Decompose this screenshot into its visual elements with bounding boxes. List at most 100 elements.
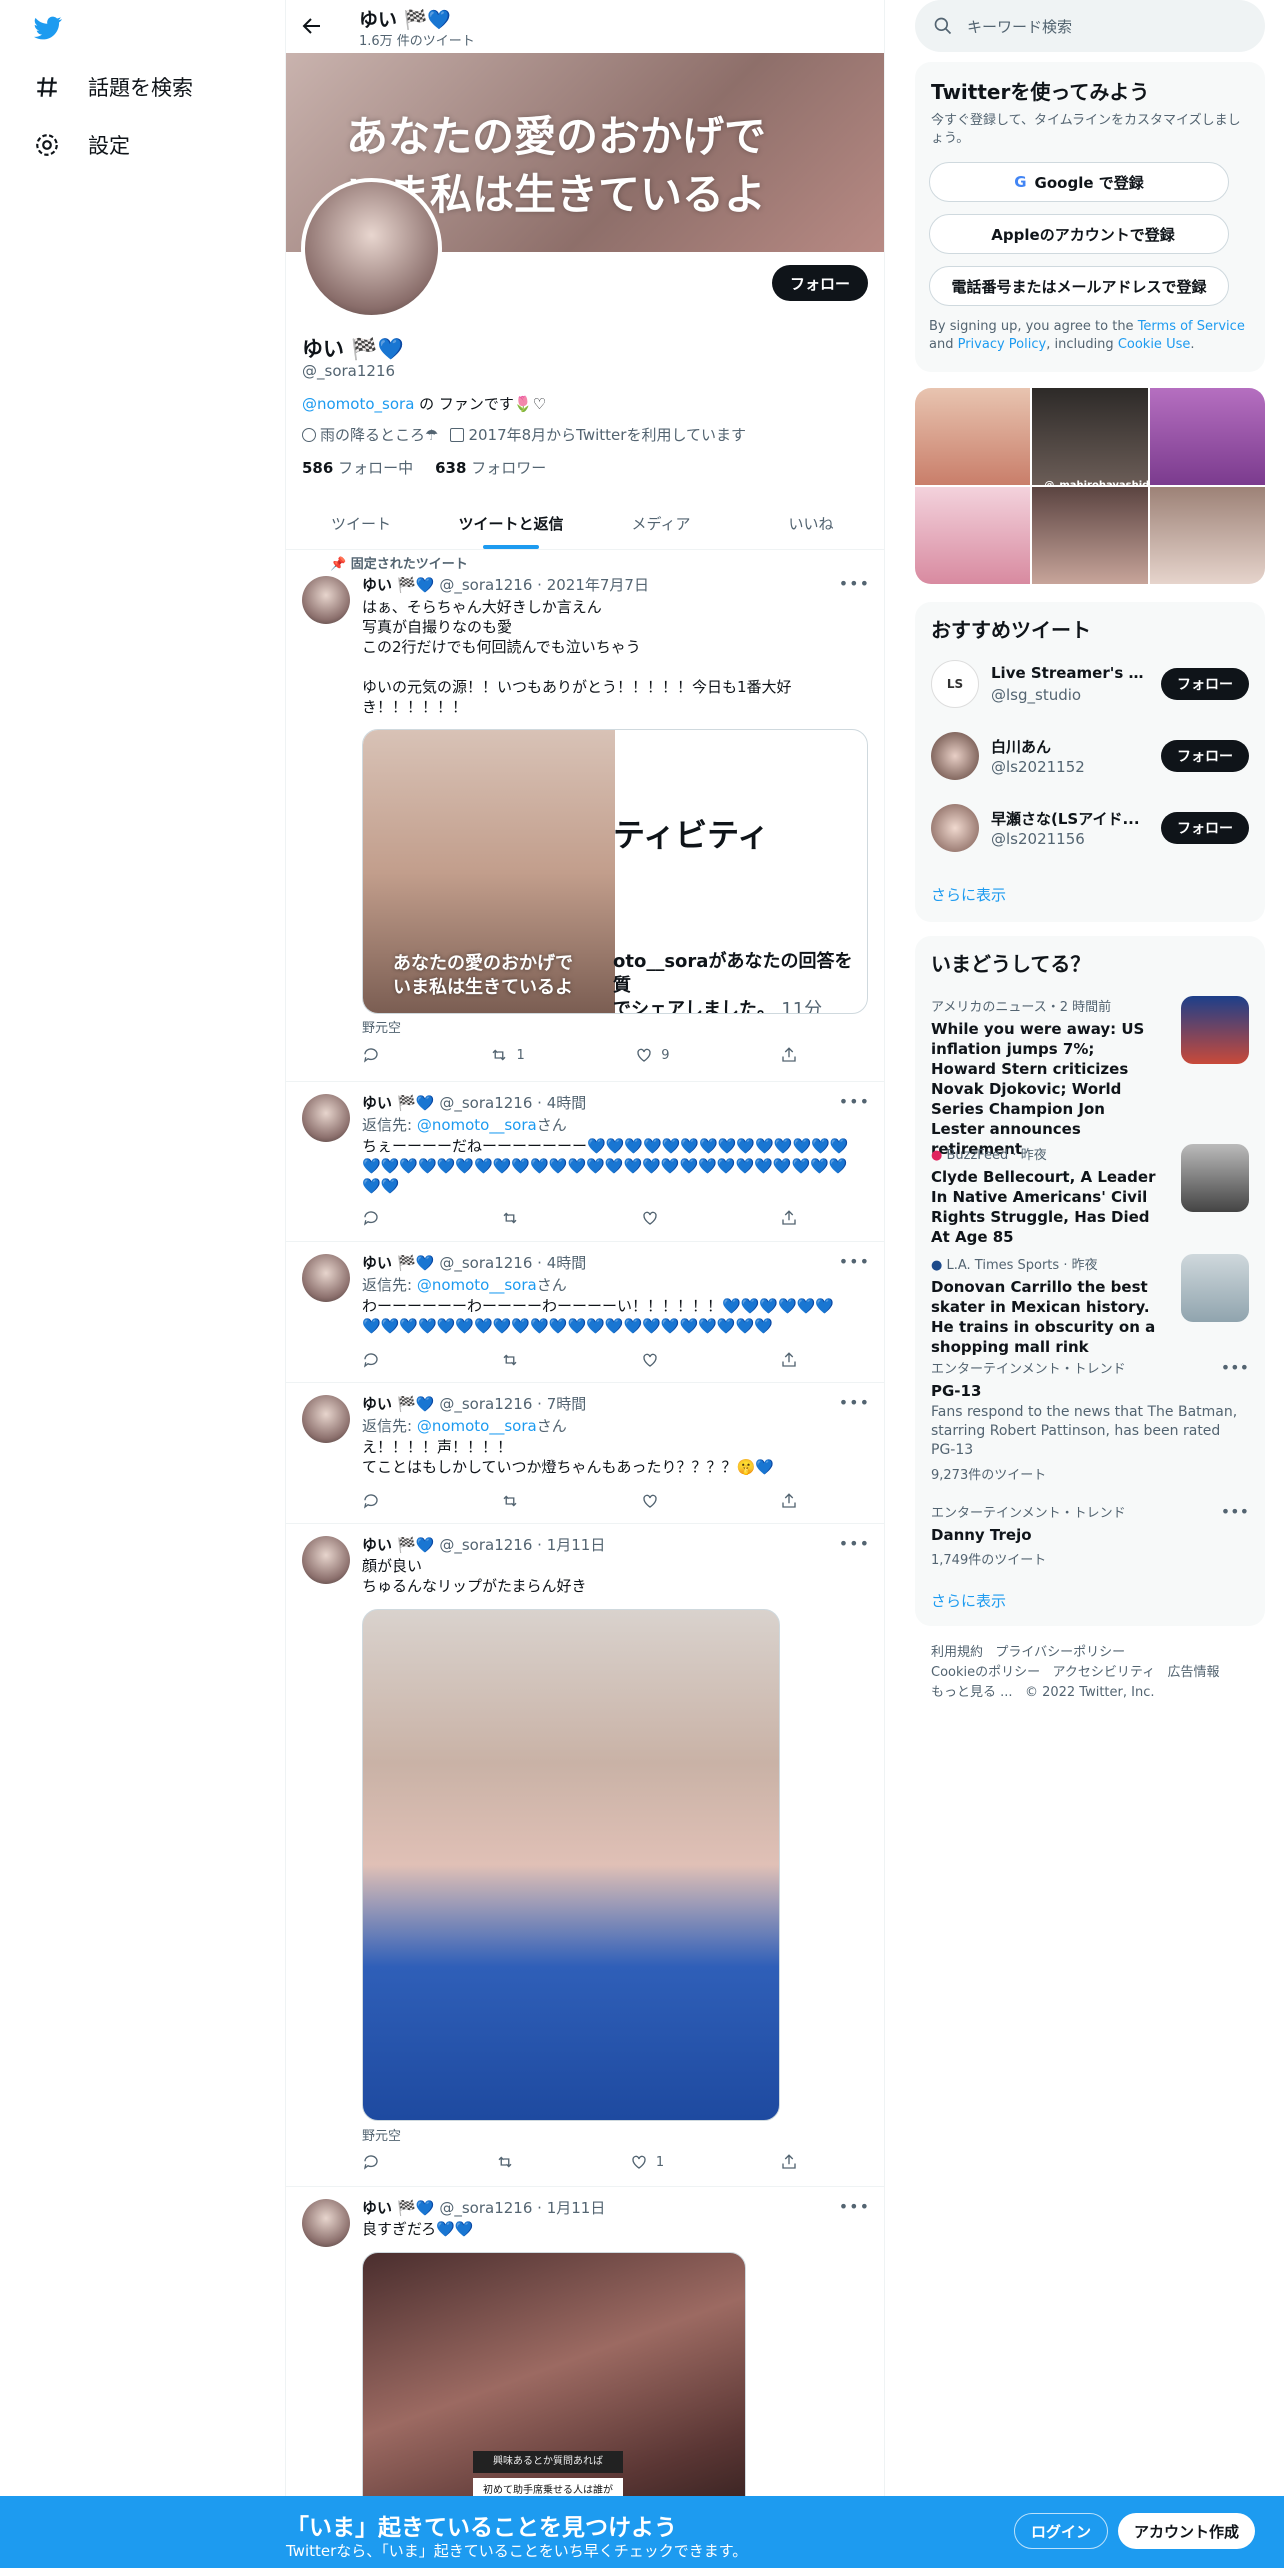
tab-likes[interactable]: いいね bbox=[736, 497, 884, 549]
tweet-avatar[interactable] bbox=[302, 1536, 350, 1584]
tweet-handle[interactable]: @_sora1216 bbox=[439, 1536, 532, 1554]
reply-to-link[interactable]: @nomoto__sora bbox=[417, 1116, 537, 1134]
tweet-avatar[interactable] bbox=[302, 576, 350, 624]
tweet-avatar[interactable] bbox=[302, 1395, 350, 1443]
privacy-policy-link[interactable]: Privacy Policy bbox=[958, 337, 1047, 352]
tweet-author[interactable]: ゆい 🏁💙 bbox=[362, 1395, 435, 1413]
tweet[interactable]: ゆい 🏁💙 @_sora1216 · 7時間 ••• 返信先: @nomoto_… bbox=[286, 1383, 884, 1524]
like-button[interactable]: 9 bbox=[635, 1045, 670, 1065]
tweet-handle[interactable]: @_sora1216 bbox=[439, 1094, 532, 1112]
tweet-avatar[interactable] bbox=[302, 2199, 350, 2247]
nav-explore[interactable]: 話題を検索 bbox=[34, 72, 193, 102]
grid-photo[interactable] bbox=[1149, 388, 1265, 485]
recommended-account[interactable]: LS Live Streamer's Guil... @lsg_studio フ… bbox=[931, 654, 1249, 714]
like-button[interactable] bbox=[641, 1350, 659, 1370]
like-button[interactable]: 1 bbox=[630, 2152, 664, 2172]
footer-privacy[interactable]: プライバシーポリシー bbox=[995, 1645, 1125, 1660]
retweet-button[interactable]: 1 bbox=[490, 1045, 525, 1065]
tweet-time[interactable]: 2021年7月7日 bbox=[547, 576, 649, 594]
like-button[interactable] bbox=[641, 1208, 659, 1228]
share-button[interactable] bbox=[780, 1350, 798, 1370]
tweet-time[interactable]: 1月11日 bbox=[547, 1536, 606, 1554]
tweet-time[interactable]: 7時間 bbox=[547, 1395, 587, 1413]
footer-more[interactable]: もっと見る ... bbox=[931, 1685, 1013, 1700]
share-button[interactable] bbox=[780, 1491, 798, 1511]
like-button[interactable] bbox=[641, 1491, 659, 1511]
reply-button[interactable] bbox=[362, 1350, 380, 1370]
share-button[interactable] bbox=[780, 2152, 798, 2172]
retweet-button[interactable] bbox=[501, 1350, 519, 1370]
tweet-handle[interactable]: @_sora1216 bbox=[439, 2199, 532, 2217]
grid-photo[interactable] bbox=[915, 388, 1031, 485]
tweet-time[interactable]: 4時間 bbox=[547, 1094, 587, 1112]
apple-signup-button[interactable]: Appleのアカウントで登録 bbox=[929, 214, 1229, 254]
login-button[interactable]: ログイン bbox=[1014, 2513, 1109, 2549]
terms-of-service-link[interactable]: Terms of Service bbox=[1138, 319, 1245, 334]
tweet-time[interactable]: 1月11日 bbox=[547, 2199, 606, 2217]
recommended-account[interactable]: 白川あん @ls2021152 フォロー bbox=[931, 726, 1249, 786]
trend-item[interactable]: エンターテインメント・トレンド Danny Trejo 1,749件のツイート … bbox=[931, 1502, 1249, 1568]
tweet-avatar[interactable] bbox=[302, 1254, 350, 1302]
retweet-button[interactable] bbox=[501, 1491, 519, 1511]
tweet-author[interactable]: ゆい 🏁💙 bbox=[362, 1254, 435, 1272]
tweet-handle[interactable]: @_sora1216 bbox=[439, 1254, 532, 1272]
tweet-handle[interactable]: @_sora1216 bbox=[439, 1395, 532, 1413]
more-icon[interactable]: ••• bbox=[839, 1534, 870, 1553]
phone-signup-button[interactable]: 電話番号またはメールアドレスで登録 bbox=[929, 266, 1229, 306]
more-icon[interactable]: ••• bbox=[839, 1252, 870, 1271]
more-icon[interactable]: ••• bbox=[839, 1092, 870, 1111]
retweet-button[interactable] bbox=[501, 1208, 519, 1228]
more-icon[interactable]: ••• bbox=[839, 2197, 870, 2216]
tweet[interactable]: ゆい 🏁💙 @_sora1216 · 4時間 ••• 返信先: @nomoto_… bbox=[286, 1242, 884, 1383]
tweet-handle[interactable]: @_sora1216 bbox=[439, 576, 532, 594]
follow-account-button[interactable]: フォロー bbox=[1161, 740, 1249, 772]
reply-to-link[interactable]: @nomoto__sora bbox=[417, 1417, 537, 1435]
share-button[interactable] bbox=[780, 1045, 798, 1065]
retweet-button[interactable] bbox=[496, 2152, 514, 2172]
more-icon[interactable]: ••• bbox=[1221, 1358, 1249, 1377]
more-icon[interactable]: ••• bbox=[1221, 1502, 1249, 1521]
share-button[interactable] bbox=[780, 1208, 798, 1228]
reply-to-link[interactable]: @nomoto__sora bbox=[417, 1276, 537, 1294]
back-arrow-icon[interactable] bbox=[300, 14, 324, 38]
tweet-author[interactable]: ゆい 🏁💙 bbox=[362, 2199, 435, 2217]
footer-ads[interactable]: 広告情報 bbox=[1168, 1665, 1220, 1680]
tweet[interactable]: ゆい 🏁💙 @_sora1216 · 4時間 ••• 返信先: @nomoto_… bbox=[286, 1082, 884, 1242]
trend-item[interactable]: ● BuzzFeed · 昨夜 Clyde Bellecourt, A Lead… bbox=[931, 1144, 1249, 1247]
grid-photo[interactable] bbox=[1149, 487, 1265, 584]
footer-accessibility[interactable]: アクセシビリティ bbox=[1053, 1665, 1156, 1680]
bio-mention-link[interactable]: @nomoto_sora bbox=[302, 395, 414, 413]
recommended-account[interactable]: 早瀬さな(LSアイド... @ls2021156 フォロー bbox=[931, 798, 1249, 858]
tab-media[interactable]: メディア bbox=[586, 497, 736, 549]
followers-link[interactable]: 638 フォロワー bbox=[435, 457, 546, 478]
reply-button[interactable] bbox=[362, 2152, 380, 2172]
reply-button[interactable] bbox=[362, 1491, 380, 1511]
nav-settings[interactable]: 設定 bbox=[34, 130, 130, 160]
footer-terms[interactable]: 利用規約 bbox=[931, 1645, 983, 1660]
twitter-logo-icon[interactable] bbox=[32, 14, 64, 42]
trend-item[interactable]: アメリカのニュース・2 時間前 While you were away: US … bbox=[931, 996, 1249, 1159]
tweet-author[interactable]: ゆい 🏁💙 bbox=[362, 576, 435, 594]
google-signup-button[interactable]: G Google で登録 bbox=[929, 162, 1229, 202]
follow-account-button[interactable]: フォロー bbox=[1161, 668, 1249, 700]
search-input[interactable]: キーワード検索 bbox=[915, 0, 1265, 52]
tab-tweets-replies[interactable]: ツイートと返信 bbox=[436, 497, 586, 549]
create-account-button[interactable]: アカウント作成 bbox=[1118, 2513, 1256, 2549]
tweet[interactable]: ゆい 🏁💙 @_sora1216 · 1月11日 ••• 顔が良い ちゅるんなリ… bbox=[286, 1524, 884, 2187]
recommended-more-link[interactable]: さらに表示 bbox=[931, 884, 1006, 905]
tweet-avatar[interactable] bbox=[302, 1094, 350, 1142]
reply-button[interactable] bbox=[362, 1208, 380, 1228]
more-icon[interactable]: ••• bbox=[839, 1393, 870, 1412]
grid-photo[interactable] bbox=[1032, 487, 1148, 584]
tab-tweets[interactable]: ツイート bbox=[286, 497, 436, 549]
tweet-author[interactable]: ゆい 🏁💙 bbox=[362, 1536, 435, 1554]
tweet-author[interactable]: ゆい 🏁💙 bbox=[362, 1094, 435, 1112]
trends-more-link[interactable]: さらに表示 bbox=[931, 1590, 1006, 1611]
tweet-card[interactable]: あなたの愛のおかげで いま私は生きているよ ティビティ oto__soraがあな… bbox=[362, 729, 868, 1014]
cookie-use-link[interactable]: Cookie Use bbox=[1118, 337, 1191, 352]
grid-photo[interactable] bbox=[915, 487, 1031, 584]
trend-item[interactable]: ● L.A. Times Sports · 昨夜 Donovan Carrill… bbox=[931, 1254, 1249, 1357]
follow-account-button[interactable]: フォロー bbox=[1161, 812, 1249, 844]
tweet-photo[interactable] bbox=[362, 1609, 780, 2121]
grid-photo[interactable]: @_mahirohayashida bbox=[1032, 388, 1156, 491]
